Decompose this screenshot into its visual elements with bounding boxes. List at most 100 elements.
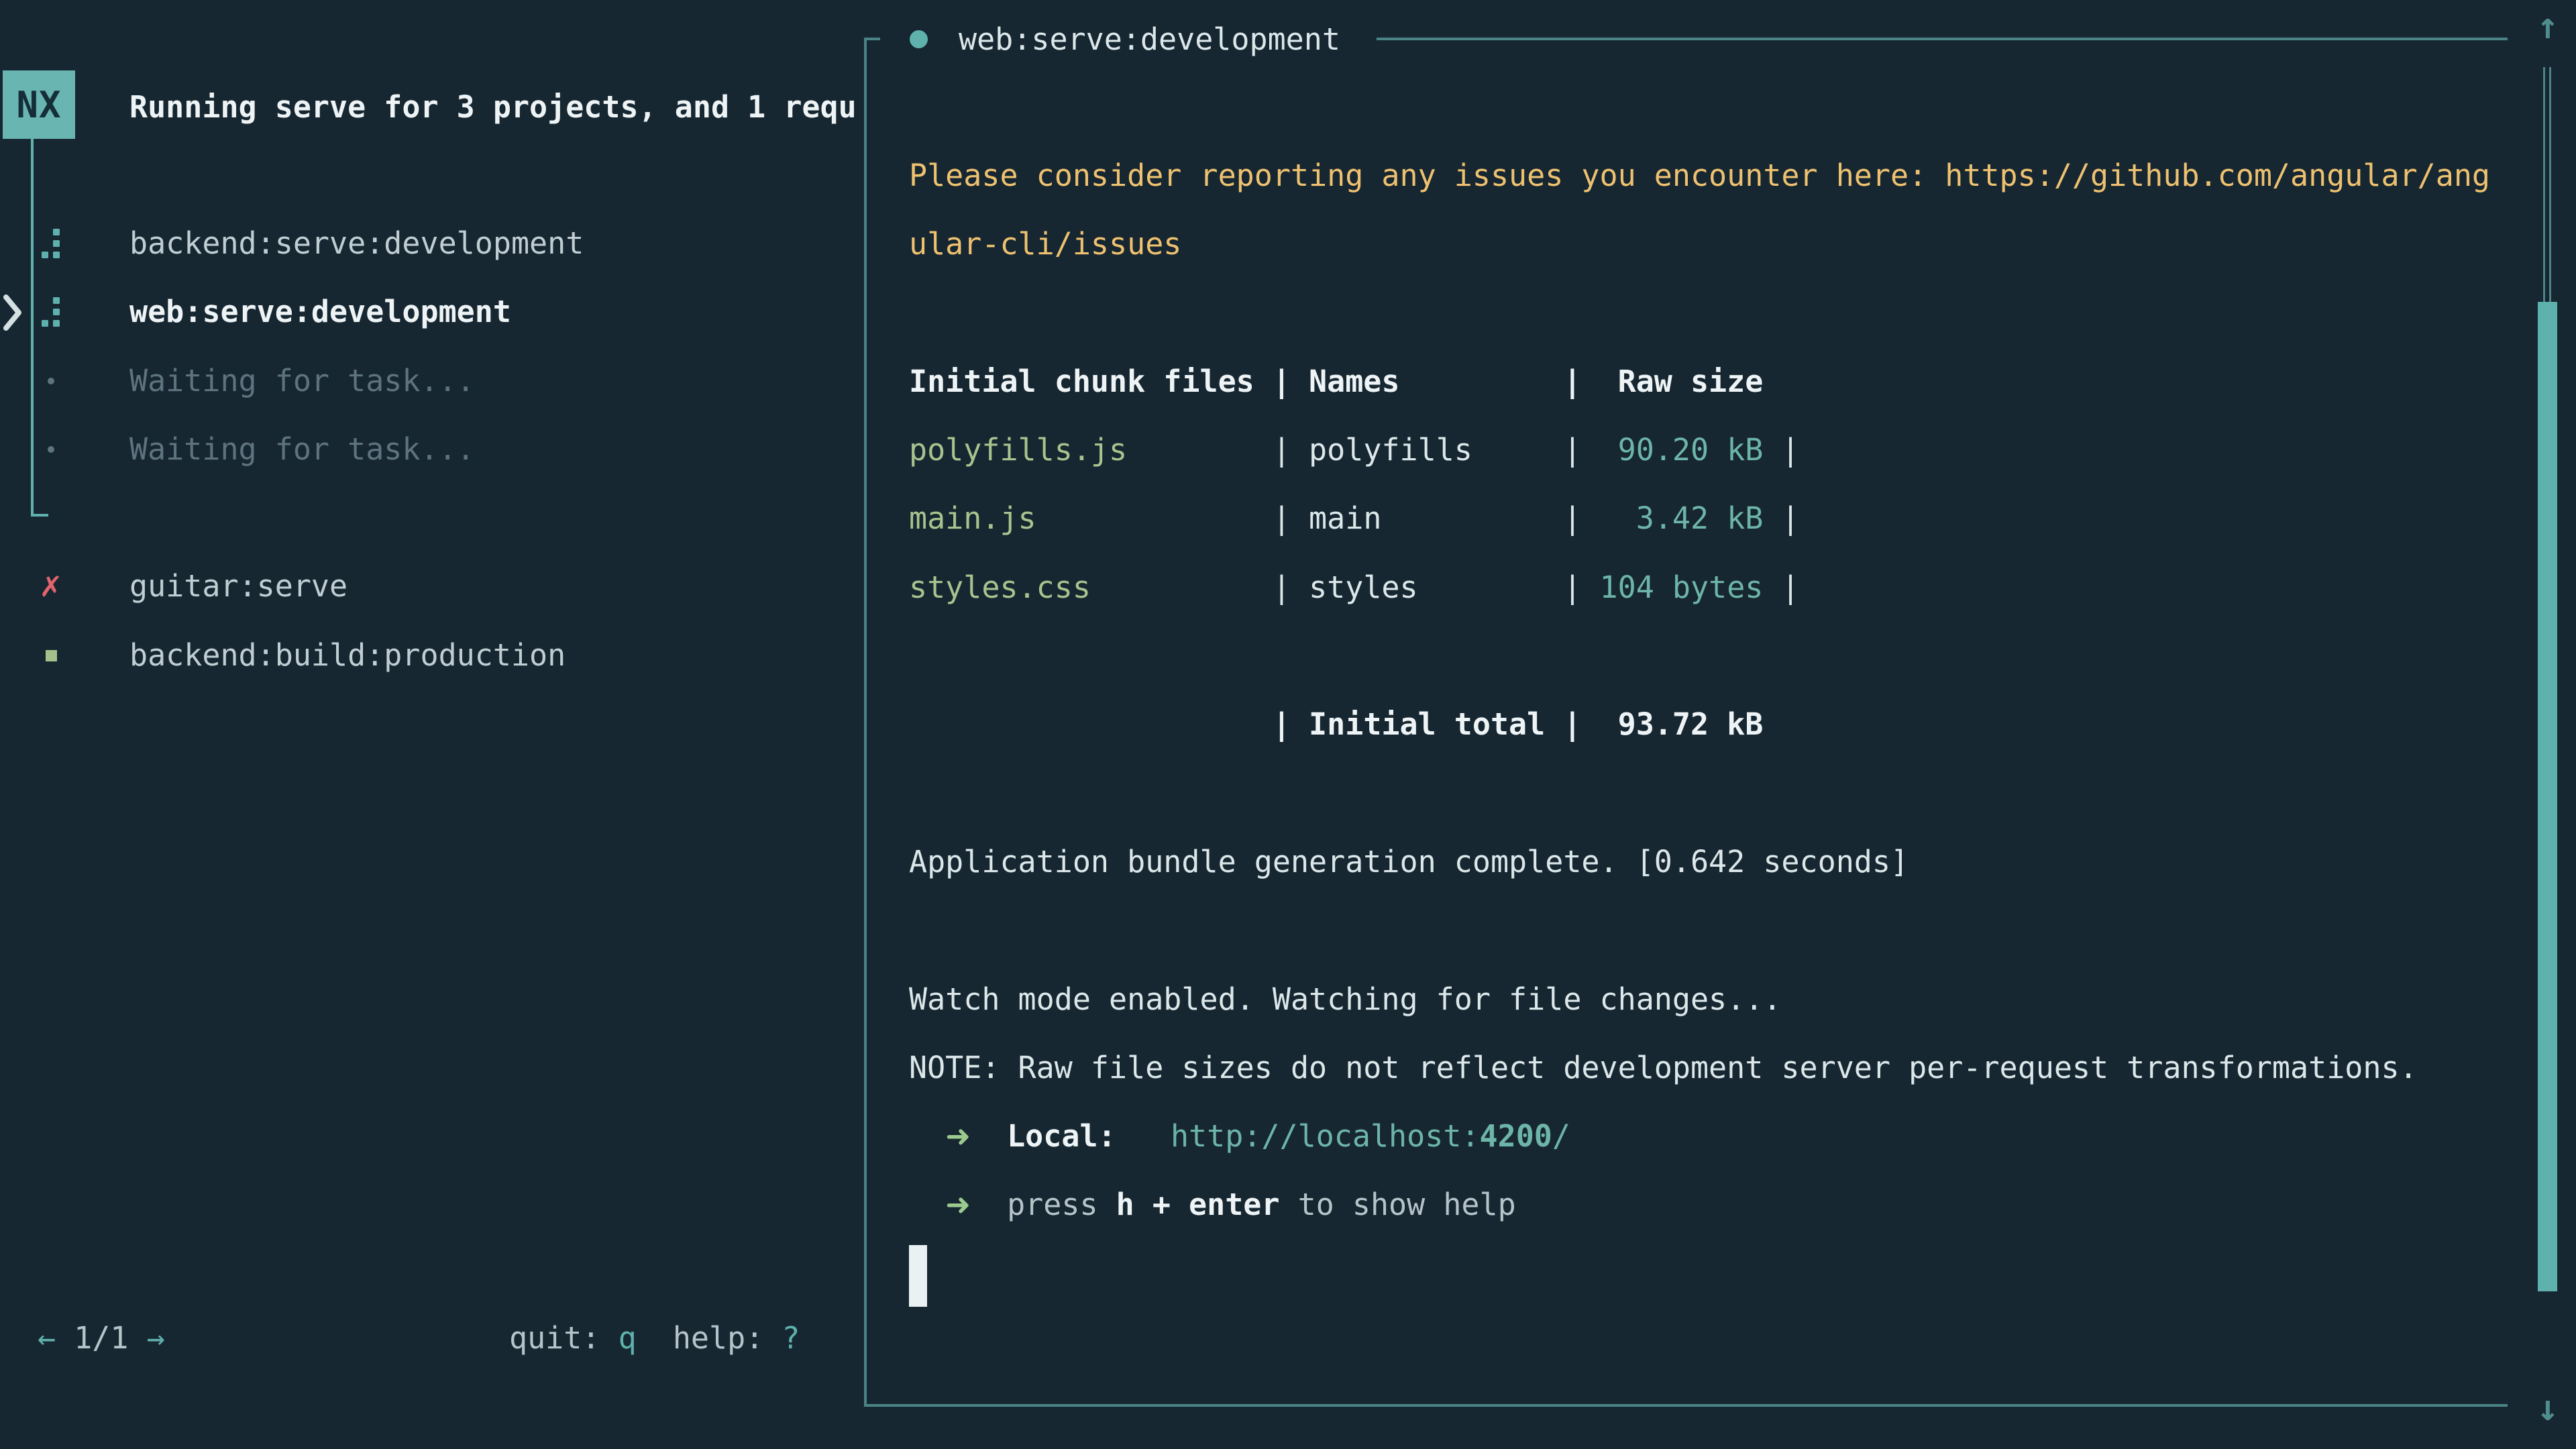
text-segment bbox=[971, 1187, 1007, 1222]
scrollbar-thumb[interactable] bbox=[2538, 302, 2557, 1291]
terminal-line-5: main.js | main | 3.42 kB | bbox=[909, 484, 2490, 553]
terminal-line-11 bbox=[909, 896, 2490, 965]
terminal-output: Please consider reporting any issues you… bbox=[909, 142, 2490, 1308]
quit-key: q bbox=[619, 1320, 637, 1356]
task-row-backend-serve-development[interactable]: backend:serve:development bbox=[0, 209, 860, 278]
text-segment bbox=[1036, 500, 1273, 536]
text-segment: to show help bbox=[1280, 1187, 1516, 1222]
text-segment bbox=[1472, 432, 1563, 468]
terminal-line-2 bbox=[909, 279, 2490, 347]
dot-icon bbox=[38, 415, 64, 484]
text-segment: | bbox=[1563, 706, 1581, 742]
text-segment: | bbox=[1563, 570, 1581, 605]
task-row-backend-build-production[interactable]: backend:build:production bbox=[0, 621, 860, 690]
text-segment bbox=[1116, 1118, 1171, 1154]
text-segment: 3.42 kB bbox=[1581, 500, 1763, 536]
spinner-icon bbox=[38, 278, 64, 346]
terminal-line-10: Application bundle generation complete. … bbox=[909, 828, 2490, 896]
task-label: backend:build:production bbox=[129, 621, 566, 690]
task-label: backend:serve:development bbox=[129, 209, 584, 278]
text-segment: ➜ bbox=[945, 1187, 971, 1222]
text-segment bbox=[909, 1187, 945, 1222]
text-segment bbox=[909, 1118, 945, 1154]
running-status-dot-icon bbox=[910, 30, 928, 48]
selected-task-chevron-icon bbox=[3, 294, 23, 331]
task-label: guitar:serve bbox=[129, 552, 347, 621]
text-segment bbox=[971, 1118, 1007, 1154]
text-segment: polyfills.js bbox=[909, 432, 1127, 468]
page-indicator: 1/1 bbox=[74, 1320, 128, 1356]
page-next-icon[interactable]: → bbox=[147, 1320, 165, 1356]
task-row-waiting-for-task[interactable]: Waiting for task... bbox=[0, 347, 860, 415]
text-segment bbox=[1763, 500, 1781, 536]
spinner-icon bbox=[38, 209, 64, 278]
text-segment: 104 bytes bbox=[1581, 570, 1763, 605]
task-tree-guide-foot bbox=[31, 514, 48, 517]
text-segment: | bbox=[1782, 570, 1800, 605]
text-segment: ular-cli/issues bbox=[909, 226, 1181, 262]
panel-header: web:serve:development bbox=[864, 5, 2508, 73]
local-url-port[interactable]: 4200 bbox=[1480, 1118, 1552, 1154]
text-segment: NOTE: Raw file sizes do not reflect deve… bbox=[909, 1050, 2418, 1085]
terminal-line-12: Watch mode enabled. Watching for file ch… bbox=[909, 965, 2490, 1034]
text-segment: press bbox=[1007, 1187, 1116, 1222]
terminal-line-9 bbox=[909, 759, 2490, 828]
text-segment: | bbox=[1563, 432, 1581, 468]
page-prev-icon[interactable]: ← bbox=[38, 1320, 56, 1356]
text-segment bbox=[1418, 570, 1564, 605]
terminal-line-8: | Initial total | 93.72 kB bbox=[909, 690, 2490, 759]
text-segment: styles.css bbox=[909, 570, 1091, 605]
text-segment: 93.72 kB bbox=[1581, 706, 1763, 742]
text-segment bbox=[1381, 500, 1563, 536]
text-segment: | bbox=[1563, 500, 1581, 536]
terminal-cursor bbox=[909, 1245, 927, 1307]
text-segment bbox=[1091, 570, 1273, 605]
text-segment: | bbox=[1273, 432, 1309, 468]
text-segment bbox=[1763, 570, 1781, 605]
task-row-waiting-for-task[interactable]: Waiting for task... bbox=[0, 415, 860, 484]
panel-border-stub bbox=[864, 38, 880, 40]
text-segment: Please consider reporting any issues you… bbox=[909, 158, 2490, 193]
scroll-up-icon[interactable]: ↑ bbox=[2533, 5, 2563, 47]
terminal-line-15: ➜ press h + enter to show help bbox=[909, 1171, 2490, 1239]
text-segment: h + enter bbox=[1116, 1187, 1280, 1222]
task-label: Waiting for task... bbox=[129, 415, 475, 484]
terminal-line-7 bbox=[909, 622, 2490, 690]
task-row-guitar-serve[interactable]: ✗guitar:serve bbox=[0, 552, 860, 621]
panel-title: web:serve:development bbox=[959, 21, 1340, 57]
text-segment: main bbox=[1309, 500, 1381, 536]
text-segment: | bbox=[1273, 706, 1309, 742]
task-output-panel: web:serve:development Please consider re… bbox=[864, 39, 2508, 1407]
text-segment: main.js bbox=[909, 500, 1036, 536]
help-key: ? bbox=[782, 1320, 800, 1356]
text-segment: 90.20 kB bbox=[1581, 432, 1763, 468]
keyboard-hints: quit: q help: ? bbox=[509, 1304, 800, 1373]
terminal-line-13: NOTE: Raw file sizes do not reflect deve… bbox=[909, 1034, 2490, 1102]
terminal-line-14: ➜ Local: http://localhost:4200/ bbox=[909, 1102, 2490, 1171]
text-segment: styles bbox=[1309, 570, 1418, 605]
quit-hint-label: quit: bbox=[509, 1320, 600, 1356]
pagination[interactable]: ← 1/1 → bbox=[38, 1304, 165, 1373]
text-segment: | bbox=[1781, 500, 1799, 536]
text-segment: Watch mode enabled. Watching for file ch… bbox=[909, 981, 1781, 1017]
square-icon bbox=[38, 621, 64, 690]
text-segment: Application bundle generation complete. … bbox=[909, 844, 1909, 879]
nx-logo: NX bbox=[3, 70, 75, 139]
text-segment bbox=[909, 706, 1273, 742]
text-segment bbox=[1545, 706, 1563, 742]
terminal-line-3: Initial chunk files | Names | Raw size bbox=[909, 347, 2490, 416]
nx-tui-window: NX Running serve for 3 projects, and 1 r… bbox=[0, 0, 2576, 1449]
text-segment: | bbox=[1273, 570, 1309, 605]
terminal-line-16 bbox=[909, 1240, 2490, 1308]
local-url-link[interactable]: http://localhost: bbox=[1171, 1118, 1480, 1154]
text-segment: Initial total bbox=[1309, 706, 1545, 742]
local-url-slash[interactable]: / bbox=[1552, 1118, 1570, 1154]
page-title: Running serve for 3 projects, and 1 requ bbox=[129, 73, 857, 142]
scroll-down-icon[interactable]: ↓ bbox=[2533, 1387, 2563, 1429]
terminal-line-1: ular-cli/issues bbox=[909, 210, 2490, 278]
task-row-web-serve-development[interactable]: web:serve:development bbox=[0, 278, 860, 346]
text-segment: ➜ bbox=[945, 1118, 971, 1154]
panel-border-rule bbox=[1377, 38, 2508, 40]
text-segment bbox=[1763, 432, 1781, 468]
task-label: Waiting for task... bbox=[129, 347, 475, 415]
